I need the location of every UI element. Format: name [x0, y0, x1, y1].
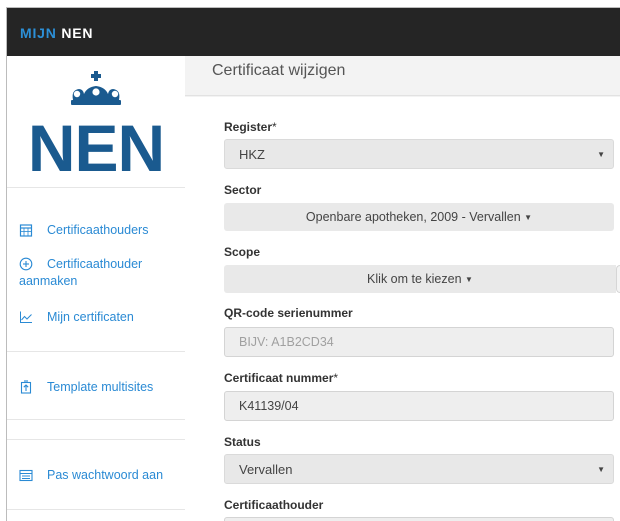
sidebar-item-label: Template multisites	[47, 380, 154, 394]
sidebar-divider	[7, 509, 185, 510]
sidebar-item-pas-wachtwoord-aan[interactable]: Pas wachtwoord aan	[19, 467, 179, 484]
certificate-number-input[interactable]: K41139/04	[224, 391, 614, 421]
keyboard-icon	[19, 469, 33, 482]
certificate-holder-label: Certificaathouder	[224, 498, 324, 512]
qr-code-label: QR-code serienummer	[224, 306, 353, 320]
top-navbar: MIJN NEN	[7, 8, 620, 56]
sidebar-divider	[7, 419, 185, 420]
scope-dropdown[interactable]: Klik om te kiezen ▼	[224, 265, 616, 293]
certificate-form: Register* HKZ ▼ Sector Openbare apotheke…	[185, 97, 620, 521]
sidebar-item-label: Pas wachtwoord aan	[47, 468, 164, 482]
sidebar-divider	[7, 439, 185, 440]
brand-part-2: NEN	[61, 25, 94, 41]
register-label: Register*	[224, 120, 277, 134]
brand-logo[interactable]: MIJN NEN	[20, 25, 93, 41]
sidebar-item-label: Mijn certificaten	[47, 310, 134, 324]
status-value: Vervallen	[239, 462, 293, 477]
select-caret-icon: ▼	[597, 465, 605, 474]
select-caret-icon: ▼	[597, 150, 605, 159]
main-content: Certificaat wijzigen Register* HKZ ▼ Sec…	[185, 56, 620, 521]
qr-code-input[interactable]: BIJV: A1B2CD34	[224, 327, 614, 357]
sidebar-item-mijn-certificaten[interactable]: Mijn certificaten	[19, 309, 179, 326]
required-mark: *	[333, 371, 339, 385]
register-select[interactable]: HKZ ▼	[224, 139, 614, 169]
certificate-holder-input[interactable]	[224, 517, 614, 521]
scope-value: Klik om te kiezen	[367, 272, 462, 286]
sidebar: NEN Certificaathouders Certificaathouder…	[7, 56, 185, 521]
scope-label: Scope	[224, 245, 261, 259]
line-chart-icon	[20, 311, 32, 323]
sidebar-item-template-multisites[interactable]: Template multisites	[19, 379, 179, 396]
plus-circle-icon	[19, 257, 33, 271]
nen-logo: NEN	[7, 56, 185, 188]
brand-part-1: MIJN	[20, 25, 57, 41]
certificate-number-label: Certificaat nummer*	[224, 371, 339, 385]
sidebar-divider	[7, 351, 185, 352]
page-header: Certificaat wijzigen	[185, 56, 620, 96]
required-mark: *	[272, 120, 277, 134]
register-value: HKZ	[239, 147, 265, 162]
caret-down-icon: ▼	[524, 213, 533, 222]
app-frame: MIJN NEN NEN Certificaathouders Certific…	[6, 7, 620, 521]
sidebar-item-label: Certificaathouders	[47, 223, 149, 237]
logo-text: NEN	[28, 111, 164, 185]
status-select[interactable]: Vervallen ▼	[224, 454, 614, 484]
scope-addon-button[interactable]	[616, 265, 620, 293]
caret-down-icon: ▼	[465, 275, 473, 284]
sector-label: Sector	[224, 183, 262, 197]
page-title: Certificaat wijzigen	[212, 62, 346, 79]
sidebar-item-label: Certificaathouder aanmaken	[19, 257, 143, 288]
calendar-icon	[19, 224, 33, 237]
crown-icon: NEN	[28, 71, 165, 185]
sector-value: Openbare apotheken, 2009 - Vervallen	[305, 210, 521, 224]
status-label: Status	[224, 435, 261, 449]
sidebar-item-certificaathouders[interactable]: Certificaathouders	[19, 222, 179, 239]
sector-dropdown[interactable]: Openbare apotheken, 2009 - Vervallen ▼	[224, 203, 614, 231]
sidebar-item-certificaathouder-aanmaken[interactable]: Certificaathouder aanmaken	[19, 256, 179, 290]
document-upload-icon	[20, 380, 32, 394]
sidebar-divider	[7, 187, 185, 188]
